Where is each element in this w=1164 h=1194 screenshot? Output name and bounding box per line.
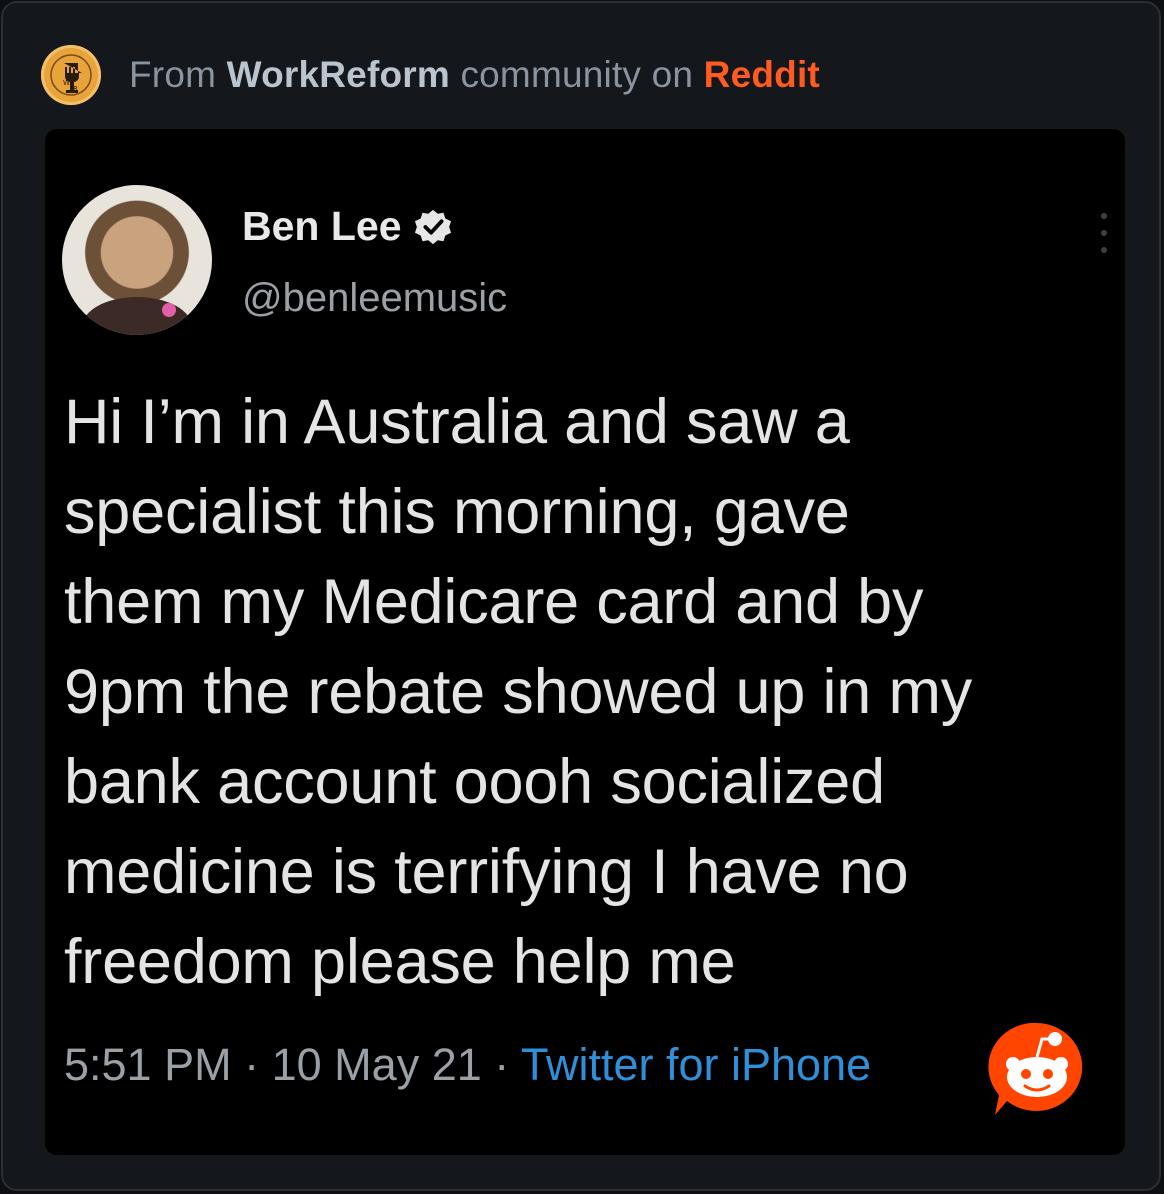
tweet-time: 5:51 PM bbox=[64, 1039, 232, 1090]
svg-text:R: R bbox=[73, 85, 78, 93]
avatar-shirt bbox=[82, 297, 192, 335]
tweet-client-link: Twitter for iPhone bbox=[520, 1039, 872, 1090]
source-header: W R From WorkReform community on Reddit bbox=[41, 43, 820, 107]
source-text: From WorkReform community on Reddit bbox=[129, 54, 820, 96]
avatar-flower bbox=[162, 303, 176, 317]
source-prefix: From bbox=[129, 54, 217, 95]
author-name: Ben Lee bbox=[242, 203, 402, 249]
avatar bbox=[62, 185, 212, 335]
svg-text:W: W bbox=[63, 79, 70, 87]
community-name-link[interactable]: WorkReform bbox=[227, 54, 450, 95]
tweet-line: specialist this morning, gave bbox=[64, 477, 850, 547]
reddit-snoo-icon bbox=[988, 1022, 1083, 1115]
workreform-fist-icon[interactable]: W R bbox=[41, 45, 101, 105]
more-options-icon bbox=[1089, 213, 1119, 253]
source-middle: community on bbox=[460, 54, 694, 95]
tweet-line: 9pm the rebate showed up in my bbox=[64, 657, 973, 727]
tweet-line: freedom please help me bbox=[64, 927, 736, 997]
tweet-line: them my Medicare card and by bbox=[64, 567, 924, 637]
platform-name-link[interactable]: Reddit bbox=[704, 54, 820, 95]
author-handle: @benleemusic bbox=[242, 276, 508, 320]
meta-separator: · bbox=[494, 1039, 510, 1090]
verified-badge-icon bbox=[414, 209, 451, 244]
embed-card: W R From WorkReform community on Reddit … bbox=[1, 1, 1161, 1191]
tweet-screenshot[interactable]: Ben Lee @benleemusic Hi I’m in Australia… bbox=[45, 129, 1125, 1155]
tweet-text: Hi I’m in Australia and saw a specialist… bbox=[64, 377, 1119, 1007]
tweet-line: Hi I’m in Australia and saw a bbox=[64, 387, 850, 457]
tweet-line: medicine is terrifying I have no bbox=[64, 837, 909, 907]
author-name-row: Ben Lee bbox=[242, 203, 452, 250]
tweet-date: 10 May 21 bbox=[271, 1039, 482, 1090]
meta-separator: · bbox=[244, 1039, 260, 1090]
tweet-metadata: 5:51 PM · 10 May 21 · Twitter for iPhone bbox=[64, 1039, 871, 1091]
tweet-line: bank account oooh socialized bbox=[64, 747, 885, 817]
